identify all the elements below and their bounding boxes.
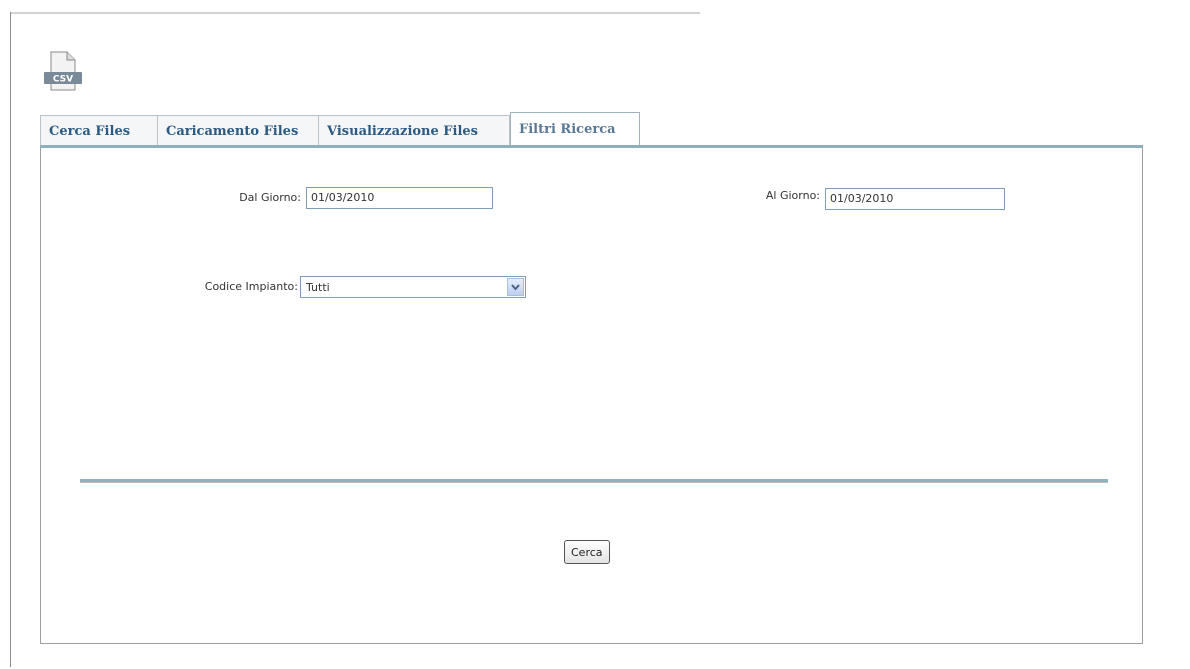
csv-file-icon: CSV	[43, 50, 83, 92]
top-rule	[10, 12, 700, 14]
left-rule	[10, 12, 11, 667]
tab-visualizzazione-files[interactable]: Visualizzazione Files	[319, 115, 510, 146]
al-giorno-label: Al Giorno:	[765, 189, 820, 202]
tab-cerca-files[interactable]: Cerca Files	[40, 115, 158, 146]
form-divider	[80, 479, 1108, 483]
csv-icon-text: CSV	[53, 75, 73, 85]
al-giorno-value: 01/03/2010	[830, 192, 894, 205]
codice-impianto-label: Codice Impianto:	[204, 280, 298, 293]
dal-giorno-value: 01/03/2010	[311, 191, 375, 204]
chevron-down-icon[interactable]	[507, 278, 524, 296]
dal-giorno-label: Dal Giorno:	[239, 191, 301, 204]
tab-bar: Cerca Files Caricamento Files Visualizza…	[40, 112, 640, 146]
dal-giorno-input[interactable]: 01/03/2010	[306, 187, 493, 209]
codice-impianto-select[interactable]: Tutti	[300, 276, 526, 298]
codice-impianto-value: Tutti	[306, 281, 330, 294]
filter-panel	[40, 148, 1143, 644]
tab-caricamento-files[interactable]: Caricamento Files	[158, 115, 319, 146]
tab-filtri-ricerca[interactable]: Filtri Ricerca	[510, 112, 640, 146]
cerca-button[interactable]: Cerca	[564, 540, 610, 564]
al-giorno-input[interactable]: 01/03/2010	[825, 188, 1005, 210]
